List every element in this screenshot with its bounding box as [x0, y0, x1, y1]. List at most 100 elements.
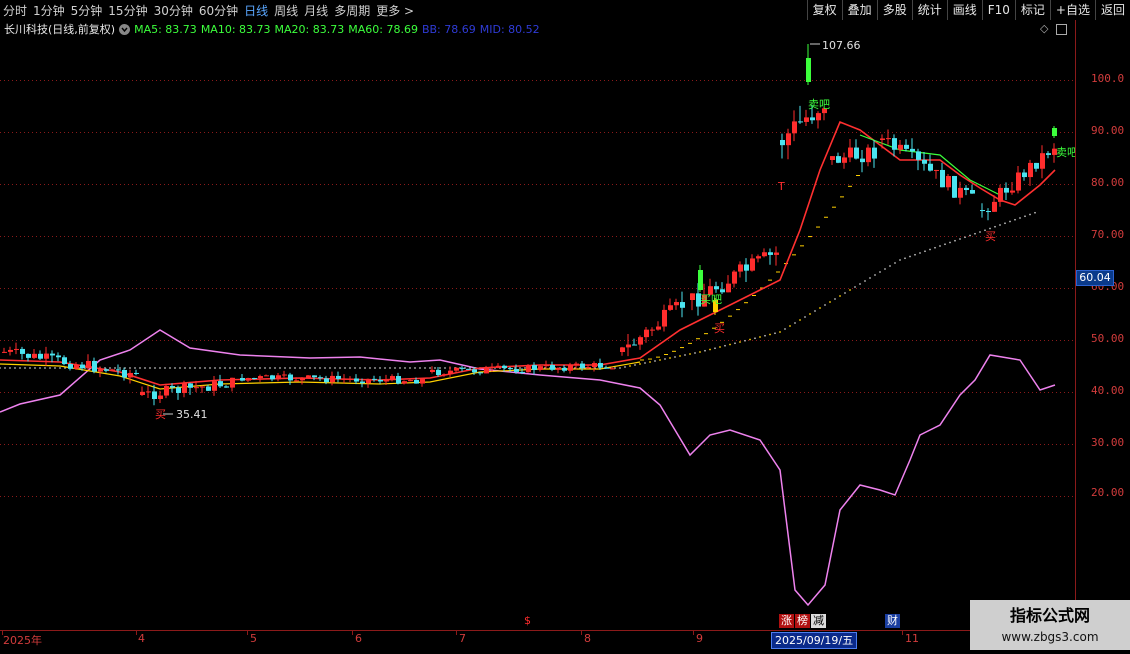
candle-body	[110, 369, 115, 371]
date-tick	[581, 631, 582, 635]
sell-signal-label: 卖吧	[808, 98, 830, 111]
bb-dot	[44, 367, 46, 369]
candle-body	[50, 353, 55, 356]
bb-dot	[634, 364, 636, 366]
period-weekly[interactable]: 周线	[271, 2, 301, 19]
candle-body	[472, 369, 477, 373]
site-watermark: 指标公式网 www.zbgs3.com	[970, 600, 1130, 650]
candle-body	[556, 367, 561, 370]
add-watchlist-button[interactable]: +自选	[1049, 0, 1095, 20]
event-zhang-marker[interactable]: 涨	[779, 614, 794, 628]
period-monthly[interactable]: 月线	[301, 2, 331, 19]
candle-body	[680, 302, 685, 308]
cursor-date: 2025/09/19/五	[771, 632, 858, 649]
bb-dot	[684, 354, 686, 356]
period-60min[interactable]: 60分钟	[196, 2, 241, 19]
event-bang-marker[interactable]: 榜	[795, 614, 810, 628]
fuquan-button[interactable]: 复权	[806, 0, 842, 20]
bb-dot	[729, 343, 731, 346]
bb-dot	[734, 342, 736, 345]
overlay-button[interactable]: 叠加	[841, 0, 877, 20]
candle-body	[732, 271, 737, 284]
draw-line-button[interactable]: 画线	[946, 0, 982, 20]
bb-dot	[879, 271, 881, 273]
candle-body	[56, 355, 61, 358]
candle-body	[86, 360, 91, 369]
event-jian-marker[interactable]: 减	[811, 614, 826, 628]
candle-body	[768, 252, 773, 255]
bb-dot	[414, 367, 416, 369]
back-button[interactable]: 返回	[1094, 0, 1130, 20]
candle-body	[1052, 128, 1057, 136]
candle-body	[574, 363, 579, 366]
period-fenshi[interactable]: 分时	[0, 2, 30, 19]
period-5min[interactable]: 5分钟	[68, 2, 106, 19]
candle-body	[360, 381, 365, 384]
multi-stock-button[interactable]: 多股	[876, 0, 912, 20]
bb-dot	[739, 341, 741, 343]
period-daily[interactable]: 日线	[241, 2, 271, 19]
period-multi[interactable]: 多周期	[331, 2, 373, 19]
period-30min[interactable]: 30分钟	[151, 2, 196, 19]
candle-body	[866, 147, 871, 163]
candle-body	[946, 176, 951, 188]
event-cai-marker[interactable]: 财	[885, 614, 900, 628]
bb-dot	[899, 259, 901, 261]
candle-body	[182, 383, 187, 393]
candle-body	[194, 387, 199, 389]
bb-dot	[854, 286, 856, 288]
window-icon[interactable]	[1055, 23, 1067, 35]
bb-dot	[694, 352, 696, 354]
bb-dot	[184, 367, 186, 369]
buy-signal-label: 买	[985, 230, 996, 243]
candle-body	[306, 375, 311, 378]
bb-dot	[29, 367, 31, 369]
current-price-tag: 60.04	[1076, 270, 1114, 286]
candle-body	[26, 353, 31, 358]
candle-body	[668, 305, 673, 310]
bb-dot	[59, 367, 61, 369]
mark-button[interactable]: 标记	[1014, 0, 1050, 20]
bb-dot	[754, 337, 756, 340]
low-price-label: 35.41	[176, 408, 208, 421]
bb-dot	[134, 367, 136, 369]
chevron-down-icon[interactable]	[119, 23, 131, 35]
candle-body	[904, 144, 909, 149]
bb-dot	[804, 316, 806, 318]
bb-dot	[444, 367, 446, 369]
candle-body	[68, 364, 73, 369]
watermark-image: 指标公式网 www.zbgs3.com	[1001, 606, 1098, 644]
diamond-icon[interactable]: ◇	[1040, 22, 1048, 35]
candle-body	[650, 329, 655, 331]
candle-body	[366, 378, 371, 384]
period-more[interactable]: 更多 >	[373, 2, 417, 19]
candle-body	[1028, 162, 1033, 178]
bb-dot	[249, 367, 251, 369]
period-15min[interactable]: 15分钟	[105, 2, 150, 19]
candle-body	[892, 138, 897, 150]
candle-body	[998, 187, 1003, 202]
bb-dot	[109, 367, 111, 369]
candle-body	[538, 366, 543, 370]
svg-text:www.zbgs3.com: www.zbgs3.com	[1001, 630, 1098, 644]
candle-body	[836, 156, 841, 163]
stats-button[interactable]: 统计	[911, 0, 947, 20]
bb-dot	[939, 245, 941, 247]
bb-dot	[1014, 218, 1016, 221]
bb-dot	[649, 361, 651, 363]
date-tick	[136, 631, 137, 635]
date-tick	[352, 631, 353, 635]
candle-body	[230, 377, 235, 388]
candle-body	[158, 395, 163, 399]
bb-dot	[389, 367, 391, 369]
high-price-label: 107.66	[822, 39, 861, 52]
event-dollar-marker[interactable]: $	[522, 614, 533, 628]
ma60-value: MA60: 78.69	[348, 22, 418, 36]
period-1min[interactable]: 1分钟	[30, 2, 68, 19]
candle-body	[372, 378, 377, 380]
candle-body	[798, 121, 803, 123]
bb-dot	[284, 367, 286, 369]
f10-button[interactable]: F10	[981, 0, 1015, 20]
candle-body	[312, 375, 317, 378]
kline-chart[interactable]: 107.66 35.41 卖吧 卖吧 买吧买买买 T	[0, 38, 1078, 630]
